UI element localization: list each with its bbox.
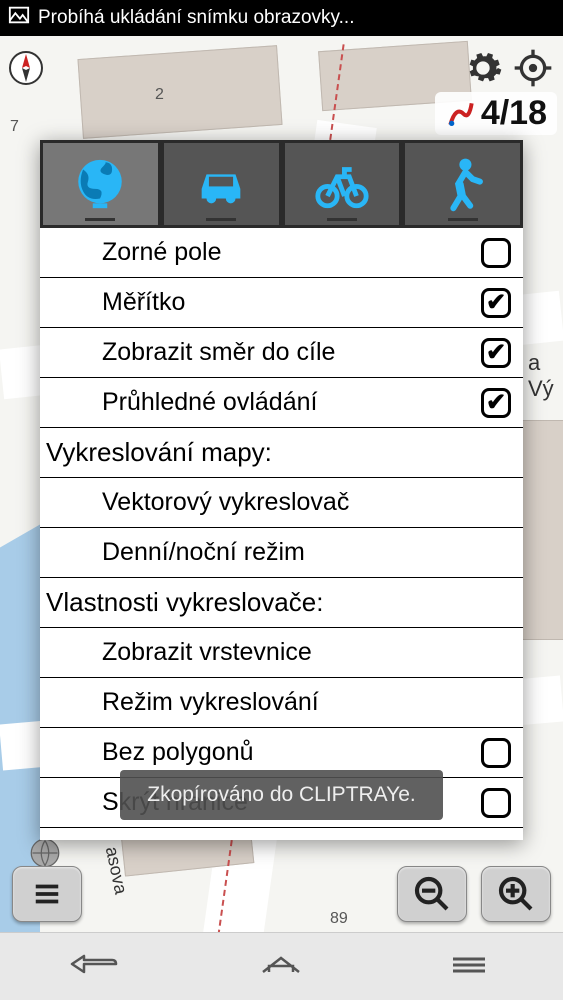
list-item[interactable]: Režim vykreslování	[40, 678, 523, 728]
checkbox[interactable]	[481, 788, 511, 818]
settings-icon[interactable]	[463, 48, 503, 93]
locate-icon[interactable]	[513, 48, 553, 93]
zoom-in-button[interactable]	[481, 866, 551, 922]
tab-car[interactable]	[164, 143, 279, 225]
list-item[interactable]: Měřítko	[40, 278, 523, 328]
row-label: Režim vykreslování	[102, 688, 511, 717]
zoom-out-button[interactable]	[397, 866, 467, 922]
row-label: Denní/noční režim	[102, 538, 511, 567]
list-item[interactable]: Vektorový vykreslovač	[40, 478, 523, 528]
recent-button[interactable]	[439, 948, 499, 985]
tab-globe[interactable]	[43, 143, 158, 225]
list-item[interactable]: Průhledné ovládání	[40, 378, 523, 428]
row-label: Zobrazit směr do cíle	[102, 338, 481, 367]
row-label: Zobrazit vrstevnice	[102, 638, 511, 667]
counter-text: 4/18	[481, 94, 547, 133]
row-label: Vykreslování mapy:	[46, 437, 511, 468]
status-bar: Probíhá ukládání snímku obrazovky...	[0, 0, 563, 36]
row-label: Vlastnosti vykreslovače:	[46, 587, 511, 618]
row-label: Bez polygonů	[102, 738, 481, 767]
status-title: Probíhá ukládání snímku obrazovky...	[38, 7, 354, 29]
picture-icon	[8, 4, 30, 32]
section-header: Vlastnosti vykreslovače:	[40, 578, 523, 628]
row-label: Měřítko	[102, 288, 481, 317]
checkbox[interactable]	[481, 388, 511, 418]
home-button[interactable]	[251, 948, 311, 985]
tab-bike[interactable]	[285, 143, 400, 225]
menu-button[interactable]	[12, 866, 82, 922]
map-label: 89	[330, 910, 348, 928]
track-counter[interactable]: 4/18	[435, 92, 557, 135]
checkbox[interactable]	[481, 338, 511, 368]
settings-dialog: Zorné pole Měřítko Zobrazit směr do cíle Pr…	[40, 140, 523, 840]
settings-list[interactable]: Zorné pole Měřítko Zobrazit směr do cíle Pr…	[40, 228, 523, 840]
list-item[interactable]: Zobrazit směr do cíle	[40, 328, 523, 378]
android-nav-bar	[0, 932, 563, 1000]
checkbox[interactable]	[481, 738, 511, 768]
row-label: Průhledné ovládání	[102, 388, 481, 417]
toast-message: Zkopírováno do CLIPTRAYe.	[120, 770, 443, 820]
street-label: a Vý	[528, 350, 563, 402]
compass-icon[interactable]	[6, 48, 46, 88]
map-label: 7	[10, 118, 19, 136]
list-item[interactable]: Zobrazit vrstevnice	[40, 628, 523, 678]
checkbox[interactable]	[481, 288, 511, 318]
section-header: Vykreslování mapy:	[40, 428, 523, 478]
back-button[interactable]	[64, 948, 124, 985]
tab-walk[interactable]	[405, 143, 520, 225]
checkbox[interactable]	[481, 238, 511, 268]
profile-tabs	[40, 140, 523, 228]
toast-text: Zkopírováno do CLIPTRAYe.	[147, 783, 415, 807]
list-item[interactable]: Denní/noční režim	[40, 528, 523, 578]
map-label: 2	[155, 86, 164, 104]
list-item[interactable]: Zorné pole	[40, 228, 523, 278]
row-label: Zorné pole	[102, 238, 481, 267]
row-label: Vektorový vykreslovač	[102, 488, 511, 517]
